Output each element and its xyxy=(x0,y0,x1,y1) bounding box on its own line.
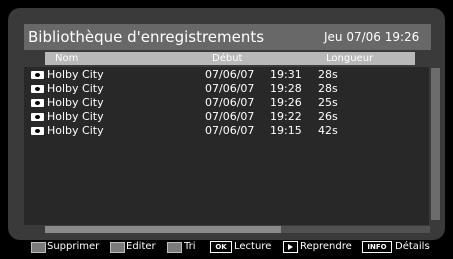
recording-name: Holby City xyxy=(47,82,104,95)
info-key-icon: INFO xyxy=(362,241,392,253)
recording-time: 19:22 xyxy=(270,110,302,123)
recording-date: 07/06/07 xyxy=(205,82,255,95)
recording-icon xyxy=(31,85,44,93)
recording-row[interactable]: Holby City 07/06/07 19:22 26s xyxy=(0,110,453,124)
recording-date: 07/06/07 xyxy=(205,110,255,123)
recording-name: Holby City xyxy=(47,110,104,123)
recording-date: 07/06/07 xyxy=(205,96,255,109)
recording-row[interactable]: Holby City 07/06/07 19:31 28s xyxy=(0,68,453,82)
recording-time: 19:26 xyxy=(270,96,302,109)
sort-button[interactable]: Tri xyxy=(184,241,196,253)
recording-date: 07/06/07 xyxy=(205,68,255,81)
recording-length: 25s xyxy=(318,96,338,109)
grey-key-sort-icon xyxy=(167,242,182,253)
recording-row[interactable]: Holby City 07/06/07 19:28 28s xyxy=(0,82,453,96)
ok-key-icon: OK xyxy=(210,241,232,253)
horizontal-scrollbar-thumb[interactable] xyxy=(45,226,281,233)
recording-icon xyxy=(31,99,44,107)
recording-time: 19:28 xyxy=(270,82,302,95)
grey-key-delete-icon xyxy=(31,242,46,253)
play-key-icon xyxy=(283,241,298,253)
recording-row[interactable]: Holby City 07/06/07 19:26 25s xyxy=(0,96,453,110)
recording-name: Holby City xyxy=(47,68,104,81)
recording-icon xyxy=(31,127,44,135)
page-title: Bibliothèque d'enregistrements xyxy=(28,28,265,46)
play-button[interactable]: Lecture xyxy=(234,241,271,253)
column-header-length[interactable]: Longueur xyxy=(326,52,373,65)
recording-length: 26s xyxy=(318,110,338,123)
recording-time: 19:31 xyxy=(270,68,302,81)
recording-length: 28s xyxy=(318,68,338,81)
details-button[interactable]: Détails xyxy=(395,241,430,253)
recording-icon xyxy=(31,113,44,121)
resume-button[interactable]: Reprendre xyxy=(300,241,352,253)
recording-time: 19:15 xyxy=(270,124,302,137)
recording-name: Holby City xyxy=(47,96,104,109)
column-header-name[interactable]: Nom xyxy=(55,52,78,65)
vertical-scrollbar[interactable] xyxy=(431,68,440,220)
recording-name: Holby City xyxy=(47,124,104,137)
delete-button[interactable]: Supprimer xyxy=(47,241,99,253)
recording-length: 28s xyxy=(318,82,338,95)
footer-key-legend: Supprimer Editer Tri OK Lecture Reprendr… xyxy=(0,238,453,256)
grey-key-edit-icon xyxy=(110,242,125,253)
column-header-start[interactable]: Début xyxy=(212,52,242,65)
recording-row[interactable]: Holby City 07/06/07 19:15 42s xyxy=(0,124,453,138)
recording-date: 07/06/07 xyxy=(205,124,255,137)
recording-icon xyxy=(31,71,44,79)
recording-length: 42s xyxy=(318,124,338,137)
edit-button[interactable]: Editer xyxy=(126,241,156,253)
date-time: Jeu 07/06 19:26 xyxy=(324,30,420,44)
